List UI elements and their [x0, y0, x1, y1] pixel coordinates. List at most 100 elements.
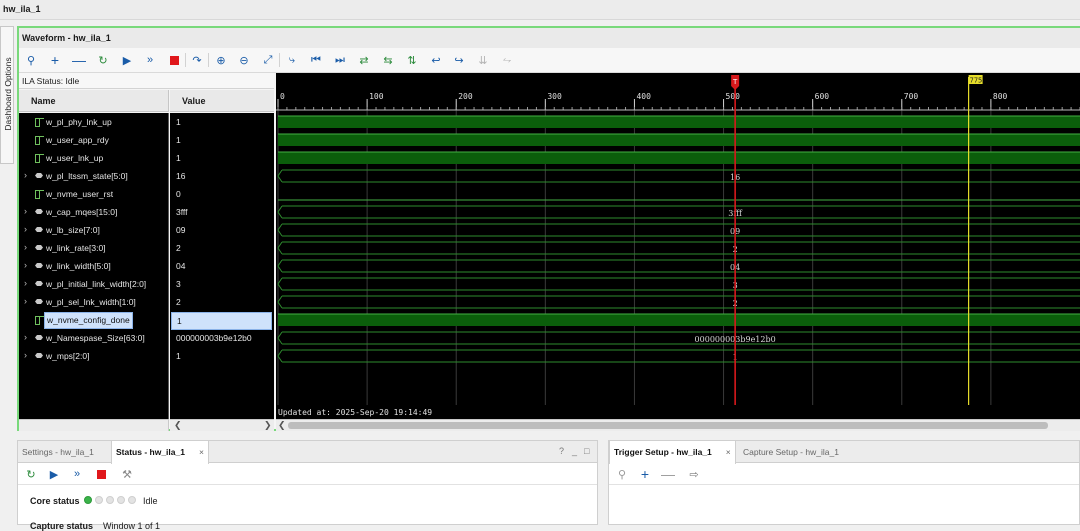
swap-cursors-icon[interactable]: ⇊: [475, 52, 491, 68]
go-to-time-zero-icon[interactable]: ⏮: [308, 52, 324, 68]
run-trigger-immediate-icon[interactable]: ↻: [95, 52, 111, 68]
signal-value-cell[interactable]: 1: [170, 113, 274, 131]
expand-chevron-icon[interactable]: ›: [24, 170, 27, 180]
add-probe-icon[interactable]: +: [637, 466, 653, 482]
value-header-label: Value: [182, 96, 206, 106]
expand-chevron-icon[interactable]: ›: [24, 224, 27, 234]
value-column-header[interactable]: Value: [170, 90, 274, 112]
signal-row[interactable]: › w_link_width[5:0]: [19, 257, 169, 275]
scroll-right-icon[interactable]: ❯: [264, 420, 272, 431]
signal-row[interactable]: › w_pl_initial_link_width[2:0]: [19, 275, 169, 293]
bit-signal-icon: [35, 136, 44, 145]
run-trigger-icon[interactable]: ▶: [119, 52, 135, 68]
signal-value-cell[interactable]: 2: [170, 293, 274, 311]
add-icon[interactable]: +: [47, 52, 63, 68]
signal-value-cell[interactable]: 1: [170, 149, 274, 167]
signal-name: w_pl_phy_lnk_up: [46, 117, 112, 127]
signal-value-cell[interactable]: 1: [170, 347, 274, 365]
help-icon[interactable]: ?: [559, 446, 564, 456]
signal-value-cell[interactable]: 0: [170, 185, 274, 203]
expand-chevron-icon[interactable]: ›: [24, 260, 27, 270]
signal-row[interactable]: › w_link_rate[3:0]: [19, 239, 169, 257]
close-tab-icon[interactable]: ×: [199, 447, 204, 457]
signal-row[interactable]: › w_lb_size[7:0]: [19, 221, 169, 239]
signal-row[interactable]: › w_pl_sel_lnk_width[1:0]: [19, 293, 169, 311]
bus-trace: [277, 169, 1080, 183]
signal-row[interactable]: › w_Namespase_Size[63:0]: [19, 329, 169, 347]
scroll-left-icon[interactable]: ❮: [278, 420, 286, 431]
next-marker-icon[interactable]: ↪: [451, 52, 467, 68]
minimize-icon[interactable]: _: [572, 446, 577, 456]
signal-row[interactable]: › w_mps[2:0]: [19, 347, 169, 365]
stop-trigger-icon[interactable]: [93, 466, 109, 482]
go-to-last-time-icon[interactable]: ⏭: [332, 52, 348, 68]
scroll-left-icon[interactable]: ❮: [174, 420, 182, 431]
tab-status[interactable]: Status - hw_ila_1 ×: [111, 441, 209, 464]
search-icon[interactable]: ⚲: [23, 52, 39, 68]
search-icon[interactable]: ⚲: [614, 466, 630, 482]
signal-value: 2: [176, 297, 181, 307]
tab-trigger-setup[interactable]: Trigger Setup - hw_ila_1 ×: [609, 441, 736, 464]
waveform-scrollbar[interactable]: ❮: [276, 419, 1080, 431]
signal-value: 1: [177, 316, 182, 326]
signal-value-cell[interactable]: 3: [170, 275, 274, 293]
expand-chevron-icon[interactable]: ›: [24, 206, 27, 216]
signal-value-cell[interactable]: 2: [170, 239, 274, 257]
close-tab-icon[interactable]: ×: [726, 447, 731, 457]
expand-chevron-icon[interactable]: ›: [24, 296, 27, 306]
tab-capture-setup[interactable]: Capture Setup - hw_ila_1: [739, 441, 843, 463]
run-trigger-immediate-icon[interactable]: ↻: [23, 466, 39, 482]
name-list-scrollbar[interactable]: [19, 419, 169, 431]
signal-value-cell[interactable]: 1: [171, 312, 272, 330]
dashboard-options-tab[interactable]: Dashboard Options: [0, 26, 14, 164]
add-marker-icon[interactable]: ⇅: [404, 52, 420, 68]
next-transition-icon[interactable]: ⇆: [380, 52, 396, 68]
run-trigger-icon[interactable]: ▶: [46, 466, 62, 482]
signal-row[interactable]: w_nvme_config_done: [19, 311, 169, 329]
signal-value-cell[interactable]: 000000003b9e12b0: [170, 329, 274, 347]
value-list-scrollbar[interactable]: ❮ ❯: [170, 419, 274, 431]
zoom-fit-icon[interactable]: ⤢: [260, 52, 276, 68]
go-to-cursor-icon[interactable]: ⤷: [284, 52, 300, 68]
bus-signal-icon: [35, 208, 44, 215]
window-title: hw_ila_1: [3, 4, 41, 14]
trigger-condition-icon[interactable]: ⇨: [686, 466, 702, 482]
status-toolbar: ↻ ▶ » ⚒: [18, 463, 597, 485]
signal-value-cell[interactable]: 04: [170, 257, 274, 275]
name-column-header[interactable]: Name: [19, 90, 169, 112]
signal-row[interactable]: w_pl_phy_lnk_up: [19, 113, 169, 131]
remove-icon[interactable]: —: [71, 52, 87, 68]
zoom-in-icon[interactable]: ⊕: [213, 52, 229, 68]
auto-retrigger-icon[interactable]: »: [69, 466, 85, 482]
expand-chevron-icon[interactable]: ›: [24, 242, 27, 252]
auto-retrigger-icon[interactable]: »: [142, 52, 158, 68]
settings-icon[interactable]: ⚒: [119, 466, 135, 482]
signal-value-cell[interactable]: 3fff: [170, 203, 274, 221]
expand-chevron-icon[interactable]: ›: [24, 350, 27, 360]
waveform-canvas[interactable]: 0100200300400500600700800163fff092043200…: [276, 73, 1080, 419]
signal-value-cell[interactable]: 1: [170, 131, 274, 149]
remove-probe-icon[interactable]: —: [660, 466, 676, 482]
tab-settings[interactable]: Settings - hw_ila_1: [18, 441, 98, 463]
signal-row[interactable]: › w_pl_ltssm_state[5:0]: [19, 167, 169, 185]
signal-value-cell[interactable]: 09: [170, 221, 274, 239]
export-icon[interactable]: ↷: [189, 52, 205, 68]
bus-trace: [277, 331, 1080, 345]
previous-transition-icon[interactable]: ⇄: [356, 52, 372, 68]
waveform-title: Waveform - hw_ila_1: [22, 33, 111, 43]
signal-row[interactable]: w_user_app_rdy: [19, 131, 169, 149]
zoom-out-icon[interactable]: ⊖: [236, 52, 252, 68]
signal-row[interactable]: w_user_lnk_up: [19, 149, 169, 167]
waveform-scroll-thumb[interactable]: [288, 422, 1048, 429]
updated-at-text: Updated at: 2025-Sep-20 19:14:49: [278, 408, 432, 417]
signal-row[interactable]: › w_cap_mqes[15:0]: [19, 203, 169, 221]
maximize-icon[interactable]: □: [584, 446, 589, 456]
expand-chevron-icon[interactable]: ›: [24, 332, 27, 342]
stop-trigger-icon[interactable]: [166, 52, 182, 68]
expand-chevron-icon[interactable]: ›: [24, 278, 27, 288]
snap-to-transition-icon[interactable]: ⥊: [499, 52, 515, 68]
signal-row[interactable]: w_nvme_user_rst: [19, 185, 169, 203]
signal-value: 2: [176, 243, 181, 253]
previous-marker-icon[interactable]: ↩: [428, 52, 444, 68]
signal-value-cell[interactable]: 16: [170, 167, 274, 185]
